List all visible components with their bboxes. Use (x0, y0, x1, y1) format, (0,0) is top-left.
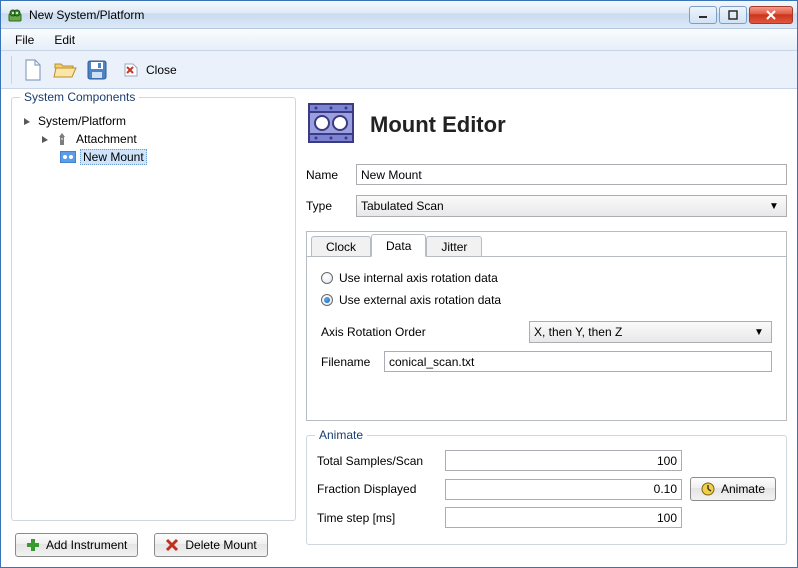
delete-mount-button[interactable]: Delete Mount (154, 533, 267, 557)
minimize-button[interactable] (689, 6, 717, 24)
name-row: Name (306, 164, 787, 185)
fraction-row: Fraction Displayed Animate (317, 477, 776, 501)
add-instrument-label: Add Instrument (46, 538, 127, 552)
system-components-title: System Components (20, 90, 139, 104)
delete-mount-label: Delete Mount (185, 538, 256, 552)
plus-icon (26, 538, 40, 552)
delete-icon (165, 538, 179, 552)
radio-internal[interactable]: Use internal axis rotation data (321, 267, 772, 289)
chevron-down-icon: ▼ (751, 327, 767, 338)
mount-icon (60, 149, 76, 165)
timestep-input[interactable] (445, 507, 682, 528)
left-button-row: Add Instrument Delete Mount (11, 521, 296, 557)
total-samples-row: Total Samples/Scan (317, 450, 776, 471)
titlebar: New System/Platform (1, 1, 797, 29)
close-window-button[interactable] (749, 6, 793, 24)
toolbar: Close (1, 51, 797, 89)
new-file-icon[interactable] (20, 57, 46, 83)
total-samples-input[interactable] (445, 450, 682, 471)
filename-row: Filename (321, 351, 772, 372)
app-window: New System/Platform File Edit (0, 0, 798, 568)
name-label: Name (306, 168, 348, 182)
axis-order-select[interactable]: X, then Y, then Z ▼ (529, 321, 772, 343)
tree-mount[interactable]: New Mount (20, 148, 287, 166)
tree-root[interactable]: System/Platform (20, 112, 287, 130)
type-row: Type Tabulated Scan ▼ (306, 195, 787, 217)
tab-jitter[interactable]: Jitter (426, 236, 482, 257)
tab-data[interactable]: Data (371, 234, 426, 257)
clock-icon (701, 482, 715, 496)
tabs-container: Clock Data Jitter Use internal axis rota… (306, 231, 787, 421)
system-tree[interactable]: System/Platform At (20, 106, 287, 166)
chevron-down-icon: ▼ (766, 201, 782, 212)
fraction-input[interactable] (445, 479, 682, 500)
body: System Components System/Platform (1, 89, 797, 567)
filename-label: Filename (321, 355, 376, 369)
radio-external[interactable]: Use external axis rotation data (321, 289, 772, 311)
editor-title: Mount Editor (370, 112, 506, 138)
animate-title: Animate (315, 428, 367, 442)
total-samples-label: Total Samples/Scan (317, 454, 437, 468)
right-panel: Mount Editor Name Type Tabulated Scan ▼ … (306, 97, 787, 557)
menu-edit[interactable]: Edit (46, 31, 83, 49)
tab-strip: Clock Data Jitter (307, 232, 786, 256)
editor-header: Mount Editor (306, 97, 787, 158)
radio-external-label: Use external axis rotation data (339, 293, 501, 307)
animate-button-label: Animate (721, 482, 765, 496)
tree-attachment[interactable]: Attachment (20, 130, 287, 148)
window-title: New System/Platform (29, 8, 689, 22)
close-icon (122, 61, 140, 79)
add-instrument-button[interactable]: Add Instrument (15, 533, 138, 557)
editor-icon (306, 101, 356, 148)
app-icon (7, 7, 23, 23)
attachment-icon (54, 131, 70, 147)
radio-internal-label: Use internal axis rotation data (339, 271, 498, 285)
animate-group: Animate Total Samples/Scan Fraction Disp… (306, 435, 787, 545)
filename-input[interactable] (384, 351, 772, 372)
save-icon[interactable] (84, 57, 110, 83)
close-button[interactable]: Close (116, 57, 183, 83)
left-panel: System Components System/Platform (11, 97, 296, 557)
type-label: Type (306, 199, 348, 213)
system-components-group: System Components System/Platform (11, 97, 296, 521)
axis-order-value: X, then Y, then Z (534, 325, 622, 339)
maximize-button[interactable] (719, 6, 747, 24)
axis-order-row: Axis Rotation Order X, then Y, then Z ▼ (321, 321, 772, 343)
radio-icon (321, 294, 333, 306)
open-folder-icon[interactable] (52, 57, 78, 83)
tree-caret-icon[interactable] (40, 134, 50, 144)
tab-body-data: Use internal axis rotation data Use exte… (307, 256, 786, 420)
menu-file[interactable]: File (7, 31, 42, 49)
tab-clock[interactable]: Clock (311, 236, 371, 257)
fraction-label: Fraction Displayed (317, 482, 437, 496)
animate-button[interactable]: Animate (690, 477, 776, 501)
toolbar-separator (11, 56, 12, 84)
window-controls (689, 6, 793, 24)
menubar: File Edit (1, 29, 797, 51)
tree-caret-icon[interactable] (22, 116, 32, 126)
timestep-row: Time step [ms] (317, 507, 776, 528)
type-select-value: Tabulated Scan (361, 199, 444, 213)
tree-mount-label: New Mount (80, 149, 147, 165)
radio-icon (321, 272, 333, 284)
type-select[interactable]: Tabulated Scan ▼ (356, 195, 787, 217)
timestep-label: Time step [ms] (317, 511, 437, 525)
tree-root-label: System/Platform (36, 114, 128, 128)
axis-order-label: Axis Rotation Order (321, 325, 521, 339)
close-button-label: Close (146, 63, 177, 77)
name-input[interactable] (356, 164, 787, 185)
tree-attachment-label: Attachment (74, 132, 139, 146)
